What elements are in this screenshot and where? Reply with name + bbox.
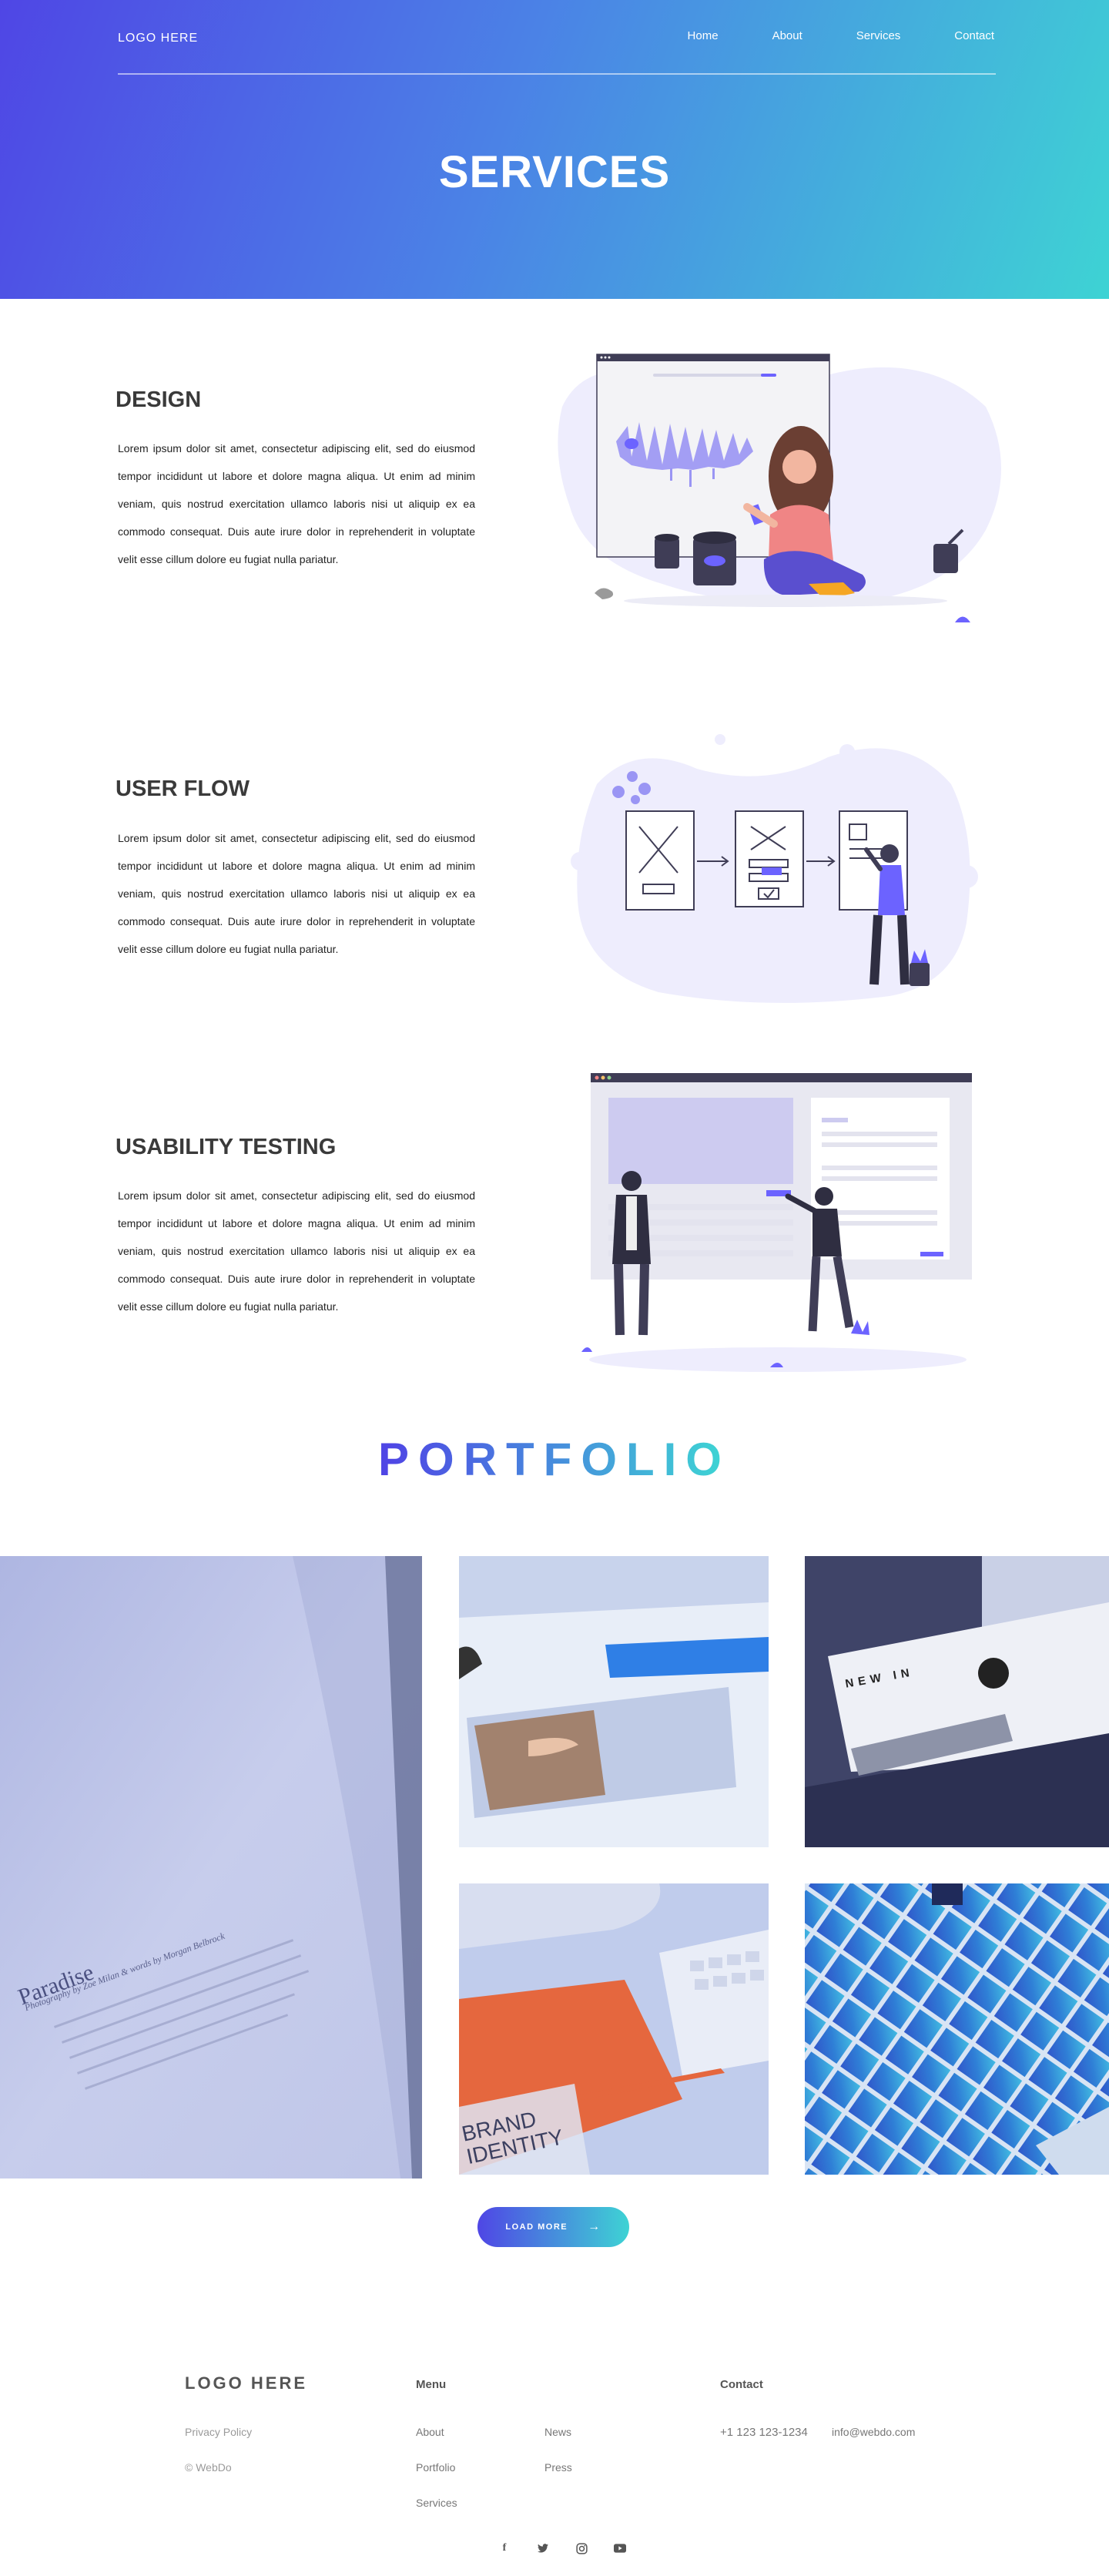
portfolio-title: PORTFOLIO — [0, 1433, 1109, 1486]
footer-link-services[interactable]: Services — [416, 2497, 457, 2509]
copyright: © WebDo — [185, 2461, 232, 2474]
social-links: f — [485, 2541, 639, 2556]
header-logo[interactable]: LOGO HERE — [118, 32, 198, 45]
footer-link-news[interactable]: News — [544, 2426, 571, 2438]
portfolio-tile-new-in[interactable]: NEW IN — [805, 1556, 1109, 1847]
footer-link-portfolio[interactable]: Portfolio — [416, 2461, 455, 2474]
nav-contact[interactable]: Contact — [954, 29, 994, 42]
portfolio-tile-brand-identity[interactable]: BRAND IDENTITY — [459, 1883, 769, 2175]
main-nav: Home About Services Contact — [634, 29, 994, 42]
load-more-button[interactable]: LOAD MORE → — [477, 2207, 629, 2247]
service-title: DESIGN — [116, 387, 202, 412]
privacy-policy-link[interactable]: Privacy Policy — [185, 2426, 252, 2438]
arrow-right-icon: → — [588, 2220, 601, 2233]
service-description: Lorem ipsum dolor sit amet, consectetur … — [118, 1189, 475, 1313]
instagram-icon[interactable] — [562, 2541, 601, 2556]
page-title: SERVICES — [438, 147, 671, 197]
nav-divider — [118, 73, 996, 75]
portfolio-tile-swatches[interactable] — [805, 1883, 1109, 2175]
service-title: USABILITY TESTING — [116, 1135, 337, 1159]
service-title: USER FLOW — [116, 776, 250, 801]
service-description: Lorem ipsum dolor sit amet, consectetur … — [118, 832, 475, 955]
footer-link-press[interactable]: Press — [544, 2461, 572, 2474]
portfolio-tile-paradise[interactable]: Paradise Photography by Zoe Milan & word… — [0, 1556, 422, 2179]
twitter-icon[interactable] — [524, 2541, 562, 2556]
contact-phone[interactable]: +1 123 123-1234 — [720, 2426, 808, 2439]
nav-services[interactable]: Services — [856, 29, 901, 42]
contact-email[interactable]: info@webdo.com — [832, 2426, 915, 2438]
nav-home[interactable]: Home — [688, 29, 719, 42]
service-description: Lorem ipsum dolor sit amet, consectetur … — [118, 442, 475, 565]
service-design: DESIGN Lorem ipsum dolor sit amet, conse… — [0, 299, 1109, 684]
youtube-icon[interactable] — [601, 2541, 639, 2556]
footer-link-about[interactable]: About — [416, 2426, 444, 2438]
menu-heading: Menu — [416, 2378, 447, 2391]
contact-heading: Contact — [720, 2378, 763, 2391]
hero-header: LOGO HERE Home About Services Contact SE… — [0, 0, 1109, 299]
footer-logo[interactable]: LOGO HERE — [185, 2373, 307, 2393]
usability-testing-illustration — [581, 1073, 972, 1372]
user-flow-illustration — [571, 734, 978, 1003]
nav-about[interactable]: About — [772, 29, 802, 42]
load-more-label: LOAD MORE — [505, 2222, 568, 2232]
portfolio-tile-artwork[interactable] — [459, 1556, 769, 1847]
design-illustration — [558, 354, 1001, 622]
service-user-flow: USER FLOW Lorem ipsum dolor sit amet, co… — [0, 684, 1109, 1046]
service-usability-testing: USABILITY TESTING Lorem ipsum dolor sit … — [0, 1046, 1109, 1408]
facebook-icon[interactable]: f — [485, 2541, 524, 2556]
